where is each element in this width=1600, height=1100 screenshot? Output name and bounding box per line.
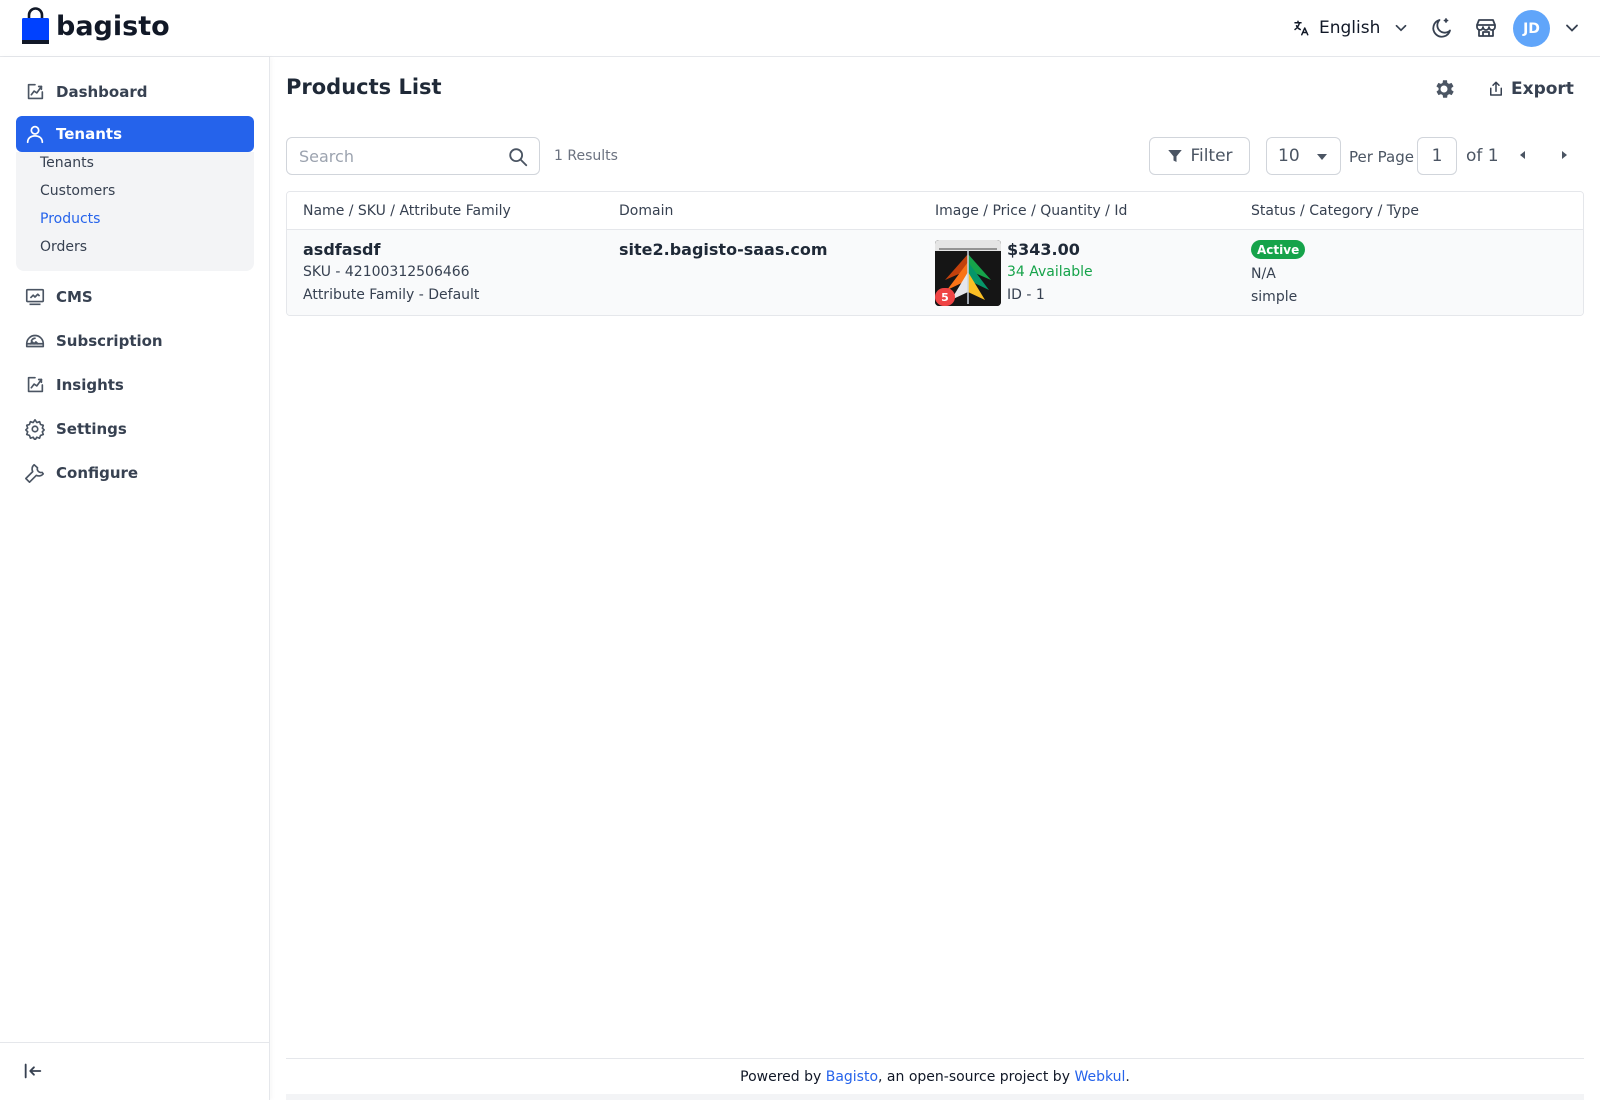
gear-icon (25, 419, 45, 440)
submenu-item-orders[interactable]: Orders (40, 239, 87, 255)
insights-icon (27, 376, 44, 393)
sidebar-item-label: CMS (56, 288, 93, 306)
sidebar-item-cms[interactable]: CMS (16, 279, 254, 315)
sidebar-collapse-bar (0, 1042, 270, 1100)
table-row[interactable]: asdfasdf SKU - 42100312506466 Attribute … (287, 230, 1583, 315)
submenu-item-products[interactable]: Products (40, 211, 100, 227)
sidebar-item-label: Configure (56, 464, 139, 482)
sidebar-item-label: Dashboard (56, 83, 148, 101)
dark-mode-icon[interactable] (1430, 16, 1454, 40)
dashboard-icon (27, 83, 44, 100)
image-count-badge: 5 (935, 288, 955, 306)
top-header: bagisto English JD (0, 0, 1600, 57)
sidebar-item-label: Tenants (56, 125, 122, 143)
filter-icon (1168, 150, 1183, 162)
product-attribute-family: Attribute Family - Default (303, 287, 480, 303)
export-label: Export (1511, 79, 1574, 99)
sidebar-item-subscription[interactable]: Subscription (16, 323, 254, 359)
product-type: simple (1251, 289, 1298, 305)
filter-button[interactable]: Filter (1149, 137, 1250, 175)
status-badge: Active (1251, 240, 1306, 259)
sidebar-item-label: Insights (56, 376, 124, 394)
submenu-item-tenants[interactable]: Tenants (40, 155, 94, 171)
product-name: asdfasdf (303, 240, 381, 259)
previous-page-icon[interactable] (1514, 146, 1532, 164)
brand-name: bagisto (56, 10, 170, 42)
page-number-input[interactable] (1417, 137, 1457, 175)
submenu-item-customers[interactable]: Customers (40, 183, 115, 199)
page-title: Products List (286, 75, 442, 99)
export-icon (1490, 81, 1502, 96)
footer-middle: , an open-source project by (878, 1069, 1075, 1085)
sidebar-item-label: Subscription (56, 332, 163, 350)
footer-strip (286, 1094, 1584, 1100)
product-id: ID - 1 (1007, 287, 1045, 303)
per-page-select[interactable]: 10 (1266, 137, 1341, 175)
product-price: $343.00 (1007, 240, 1080, 259)
gear-icon[interactable] (1432, 77, 1456, 101)
sidebar-item-insights[interactable]: Insights (16, 367, 254, 403)
sidebar-item-configure[interactable]: Configure (16, 455, 254, 491)
caret-down-icon (1317, 154, 1327, 160)
brand-logo[interactable]: bagisto (21, 7, 170, 45)
results-count: 1 Results (554, 148, 618, 164)
shopping-bag-icon (22, 7, 49, 44)
sidebar-item-dashboard[interactable]: Dashboard (16, 74, 254, 110)
subscription-icon (25, 334, 45, 348)
column-header-status[interactable]: Status / Category / Type (1251, 203, 1419, 219)
product-category: N/A (1251, 266, 1276, 282)
collapse-sidebar-icon[interactable] (22, 1060, 44, 1082)
products-table: Name / SKU / Attribute Family Domain Ima… (286, 191, 1584, 316)
chevron-down-icon (1396, 24, 1407, 32)
search-input[interactable] (299, 146, 499, 166)
per-page-value: 10 (1278, 146, 1300, 166)
sidebar-item-settings[interactable]: Settings (16, 411, 254, 447)
export-button[interactable]: Export (1487, 75, 1574, 103)
search-field[interactable] (286, 137, 540, 175)
bagisto-link[interactable]: Bagisto (826, 1069, 878, 1085)
table-header: Name / SKU / Attribute Family Domain Ima… (287, 192, 1583, 230)
product-domain: site2.bagisto-saas.com (619, 240, 828, 259)
language-selector[interactable]: English (1292, 14, 1410, 42)
sidebar: Dashboard Tenants Tenants Customers Prod… (0, 57, 270, 1100)
filter-label: Filter (1190, 146, 1233, 166)
footer-suffix: . (1125, 1069, 1130, 1085)
next-page-icon[interactable] (1555, 146, 1573, 164)
search-icon[interactable] (507, 146, 529, 168)
translate-icon (1294, 20, 1309, 36)
user-icon (26, 125, 44, 144)
language-label: English (1319, 18, 1381, 38)
chevron-down-icon[interactable] (1562, 18, 1582, 38)
footer-prefix: Powered by (740, 1069, 826, 1085)
avatar[interactable]: JD (1513, 10, 1550, 47)
product-sku: SKU - 42100312506466 (303, 264, 470, 280)
column-header-image[interactable]: Image / Price / Quantity / Id (935, 203, 1127, 219)
webkul-link[interactable]: Webkul (1074, 1069, 1125, 1085)
per-page-label: Per Page (1349, 148, 1414, 166)
product-quantity: 34 Available (1007, 264, 1093, 280)
sidebar-item-label: Settings (56, 420, 127, 438)
storefront-icon[interactable] (1474, 16, 1498, 40)
sidebar-item-tenants[interactable]: Tenants (16, 116, 254, 152)
total-pages-label: of 1 (1466, 146, 1499, 166)
column-header-domain[interactable]: Domain (619, 203, 673, 219)
column-header-name[interactable]: Name / SKU / Attribute Family (303, 203, 511, 219)
cms-icon (25, 288, 45, 306)
wrench-icon (25, 463, 45, 483)
